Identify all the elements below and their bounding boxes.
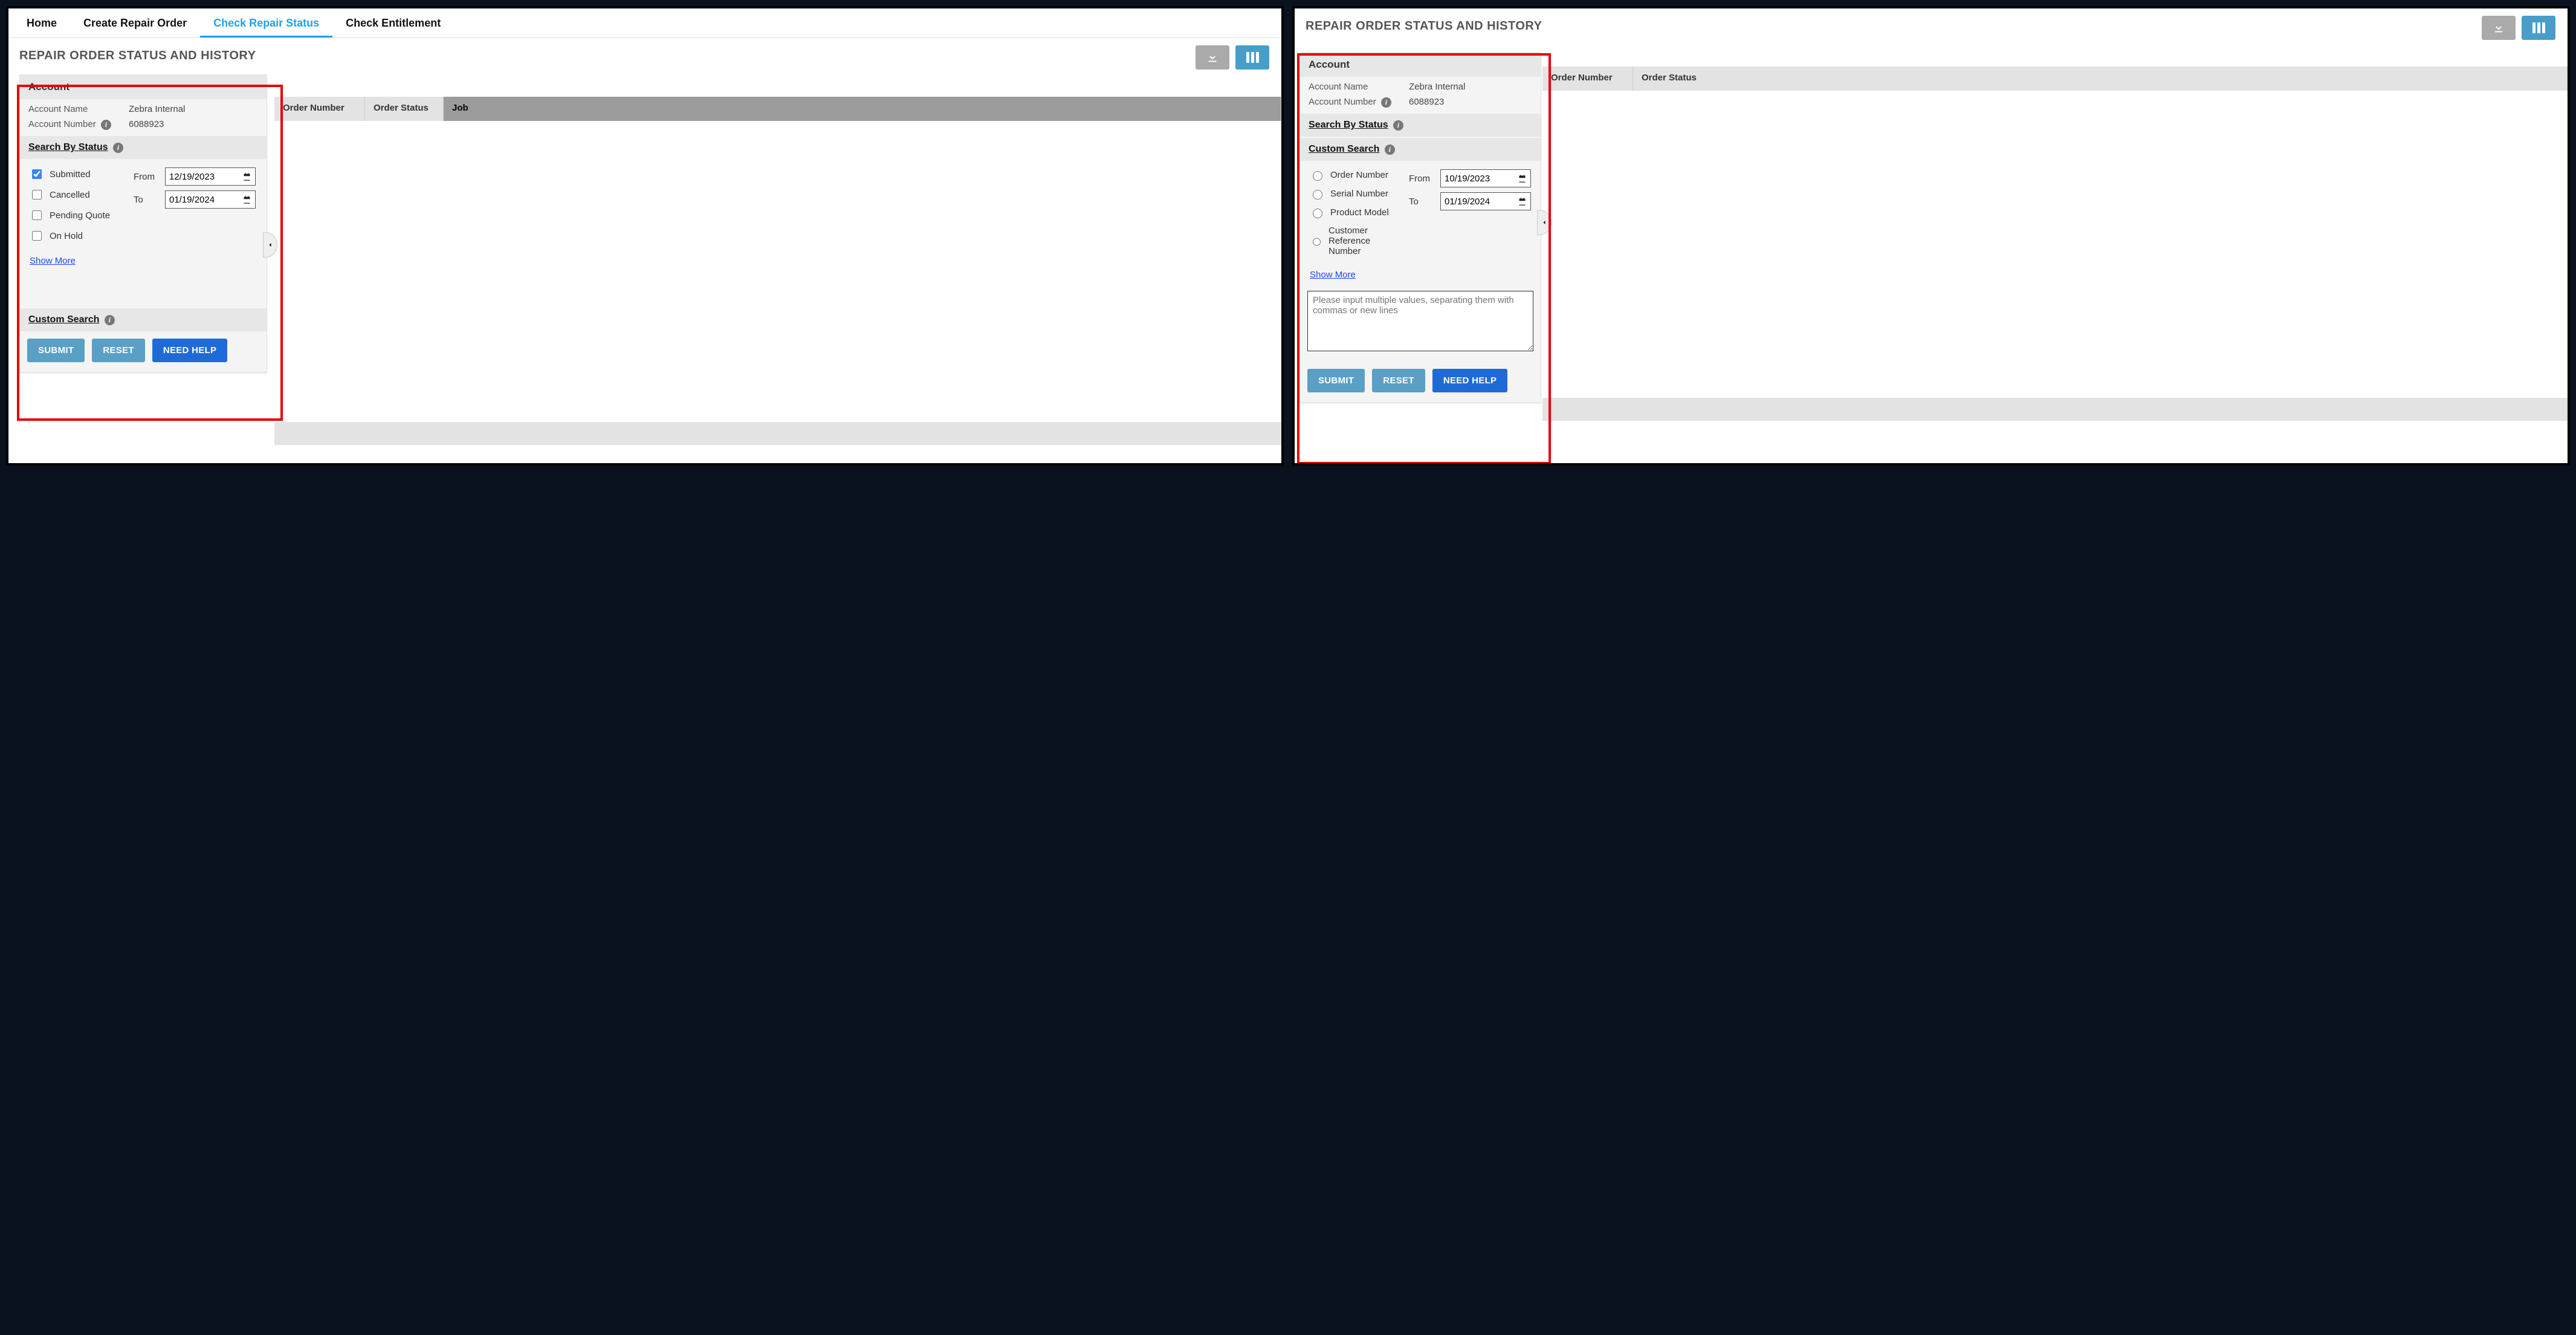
download-button[interactable] [1196, 45, 1229, 70]
from-label: From [134, 172, 159, 182]
to-label: To [134, 195, 159, 205]
status-submitted[interactable]: Submitted [30, 167, 126, 181]
custom-order-number[interactable]: Order Number [1310, 169, 1402, 181]
info-icon[interactable]: i [101, 120, 111, 130]
nav-tabs: Home Create Repair Order Check Repair St… [8, 8, 1281, 38]
account-header: Account [20, 75, 267, 99]
custom-customer-ref[interactable]: Customer Reference Number [1310, 226, 1402, 256]
tab-create-repair-order[interactable]: Create Repair Order [70, 8, 200, 37]
to-label: To [1409, 197, 1434, 207]
filter-panel: Account Account Name Zebra Internal Acco… [19, 74, 267, 372]
results-table-header: Order Number Order Status [1542, 67, 2568, 91]
col-order-status[interactable]: Order Status [365, 97, 444, 121]
account-number-label: Account Number i [28, 119, 125, 130]
info-icon[interactable]: i [1385, 145, 1395, 155]
show-more-link[interactable]: Show More [1310, 264, 1402, 280]
tab-check-entitlement[interactable]: Check Entitlement [332, 8, 454, 37]
download-icon [2492, 21, 2505, 34]
chevron-left-icon [267, 241, 274, 248]
tab-home[interactable]: Home [13, 8, 70, 37]
custom-search-header[interactable]: Custom Search i [20, 308, 267, 331]
columns-button[interactable] [1235, 45, 1269, 70]
custom-serial-number[interactable]: Serial Number [1310, 188, 1402, 200]
multi-value-input[interactable] [1307, 291, 1533, 351]
col-order-number[interactable]: Order Number [274, 97, 365, 121]
download-icon [1206, 51, 1219, 64]
to-date-input[interactable]: 01/19/2024 [1440, 192, 1531, 210]
download-button[interactable] [2482, 16, 2516, 40]
account-name-value: Zebra Internal [1409, 82, 1465, 92]
calendar-icon [1518, 197, 1527, 206]
account-number-value: 6088923 [129, 119, 164, 130]
calendar-icon [242, 172, 251, 181]
reset-button[interactable]: RESET [92, 339, 145, 362]
account-header: Account [1300, 53, 1541, 77]
submit-button[interactable]: SUBMIT [27, 339, 85, 362]
account-name-label: Account Name [1309, 82, 1405, 92]
account-name-value: Zebra Internal [129, 104, 185, 114]
custom-search-header[interactable]: Custom Search i [1300, 138, 1541, 161]
account-name-label: Account Name [28, 104, 125, 114]
need-help-button[interactable]: NEED HELP [1432, 369, 1508, 392]
status-on-hold[interactable]: On Hold [30, 229, 126, 242]
calendar-icon [242, 195, 251, 204]
to-date-input[interactable]: 01/19/2024 [165, 190, 256, 209]
submit-button[interactable]: SUBMIT [1307, 369, 1365, 392]
status-pending-quote[interactable]: Pending Quote [30, 209, 126, 222]
collapse-panel-button[interactable] [263, 232, 277, 258]
info-icon[interactable]: i [105, 315, 115, 325]
show-more-link[interactable]: Show More [30, 250, 126, 266]
from-label: From [1409, 174, 1434, 184]
from-date-input[interactable]: 10/19/2023 [1440, 169, 1531, 187]
columns-icon [1246, 52, 1259, 63]
info-icon[interactable]: i [113, 143, 123, 153]
account-number-value: 6088923 [1409, 97, 1444, 108]
info-icon[interactable]: i [1381, 97, 1391, 108]
results-table-footer [274, 422, 1281, 445]
results-table-header: Order Number Order Status Job [274, 97, 1281, 121]
col-job[interactable]: Job [444, 97, 1281, 121]
collapse-panel-button[interactable] [1537, 210, 1552, 235]
tab-check-repair-status[interactable]: Check Repair Status [200, 8, 332, 37]
reset-button[interactable]: RESET [1372, 369, 1425, 392]
columns-button[interactable] [2522, 16, 2555, 40]
account-number-label: Account Number i [1309, 97, 1405, 108]
col-order-number[interactable]: Order Number [1542, 67, 1633, 91]
page-title: REPAIR ORDER STATUS AND HISTORY [8, 38, 267, 67]
from-date-input[interactable]: 12/19/2023 [165, 167, 256, 186]
search-by-status-header[interactable]: Search By Status i [1300, 114, 1541, 137]
status-cancelled[interactable]: Cancelled [30, 188, 126, 201]
filter-panel: Account Account Name Zebra Internal Acco… [1299, 52, 1541, 403]
need-help-button[interactable]: NEED HELP [152, 339, 228, 362]
col-order-status[interactable]: Order Status [1633, 67, 2568, 91]
page-title: REPAIR ORDER STATUS AND HISTORY [1295, 8, 1553, 37]
chevron-left-icon [1541, 219, 1548, 226]
info-icon[interactable]: i [1393, 120, 1403, 131]
custom-product-model[interactable]: Product Model [1310, 207, 1402, 218]
search-by-status-header[interactable]: Search By Status i [20, 136, 267, 159]
results-table-footer [1542, 398, 2568, 421]
columns-icon [2532, 22, 2545, 33]
calendar-icon [1518, 174, 1527, 183]
